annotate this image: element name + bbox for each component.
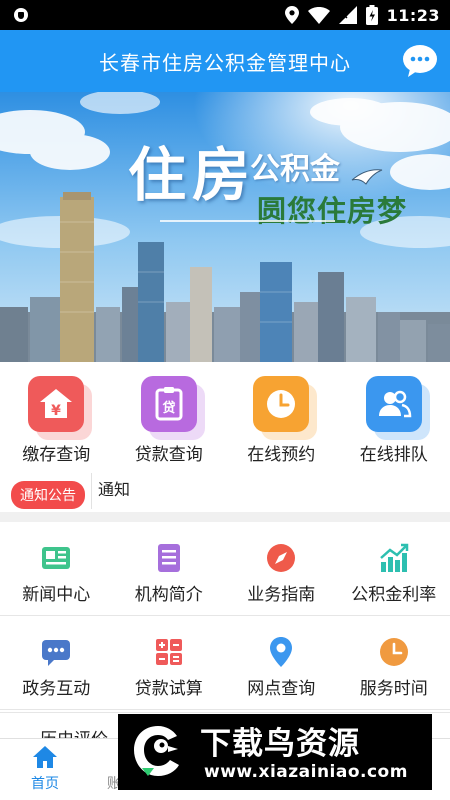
watermark-title: 下载鸟资源 xyxy=(200,726,360,762)
message-icon xyxy=(42,640,71,666)
service-label: 网点查询 xyxy=(247,679,316,699)
nav-tab-label: 首页 xyxy=(31,776,59,792)
signal-icon xyxy=(338,6,357,24)
service-news-center[interactable]: 新闻中心 xyxy=(0,522,113,615)
service-label: 公积金利率 xyxy=(351,585,437,605)
services-row: 政务互动 贷款试算 网点查询 服务时间 xyxy=(0,616,450,710)
clock-icon xyxy=(267,390,296,418)
deposit-icon: ¥ xyxy=(40,389,73,419)
hero-banner[interactable]: 住房 公积金 圆您住房梦 xyxy=(0,92,450,362)
service-branch-query[interactable]: 网点查询 xyxy=(225,616,338,709)
service-agency-profile[interactable]: 机构简介 xyxy=(113,522,226,615)
home-icon xyxy=(33,746,57,768)
watermark-overlay: 下载鸟资源 www.xiazainiao.com xyxy=(118,714,432,790)
app-header: 长春市住房公积金管理中心 xyxy=(0,30,450,92)
banner-headline-fund: 公积金 xyxy=(250,152,340,187)
service-loan-calculator[interactable]: 贷款试算 xyxy=(113,616,226,709)
service-fund-interest-rate[interactable]: 公积金利率 xyxy=(338,522,450,615)
banner-headline-housing: 住房 xyxy=(128,141,257,209)
chart-icon xyxy=(379,543,408,572)
shield-notification-icon xyxy=(14,8,28,22)
wifi-icon xyxy=(307,6,330,24)
service-business-guide[interactable]: 业务指南 xyxy=(225,522,338,615)
service-label: 新闻中心 xyxy=(22,585,91,605)
notice-bar[interactable]: 通知公告 通知 xyxy=(0,470,450,512)
quick-action-label: 在线预约 xyxy=(247,445,316,465)
document-icon xyxy=(157,544,180,572)
notice-divider xyxy=(91,473,92,509)
banner-underline xyxy=(160,220,335,222)
quick-action-label: 在线排队 xyxy=(359,445,428,465)
calculator-icon xyxy=(155,639,182,665)
news-icon xyxy=(42,547,71,569)
service-label: 业务指南 xyxy=(247,585,316,605)
services-grid: 新闻中心 机构简介 业务指南 公积金利率 政务互动 贷款试算 网点查询 服务时间 xyxy=(0,522,450,710)
compass-icon xyxy=(267,544,296,572)
quick-actions: ¥ 缴存查询 贷 贷款查询 在线预约 在线排队 xyxy=(0,362,450,467)
app-screen: 11:23 长春市住房公积金管理中心 住房 公积金 圆您住房梦 ¥ 缴存查询 贷… xyxy=(0,0,450,800)
queue-users-icon xyxy=(378,390,412,418)
time-icon xyxy=(379,638,408,666)
quick-action-loan-query[interactable]: 贷 贷款查询 xyxy=(113,362,226,467)
banner-slogan: 圆您住房梦 xyxy=(257,194,408,228)
quick-action-label: 贷款查询 xyxy=(134,445,203,465)
section-divider xyxy=(0,512,450,522)
service-label: 贷款试算 xyxy=(134,679,203,699)
nav-tab-home[interactable]: 首页 xyxy=(0,739,90,800)
service-government-interaction[interactable]: 政务互动 xyxy=(0,616,113,709)
quick-action-label: 缴存查询 xyxy=(22,445,91,465)
location-status-icon xyxy=(284,6,299,24)
page-title: 长春市住房公积金管理中心 xyxy=(99,50,351,75)
battery-icon xyxy=(365,5,378,25)
service-label: 机构简介 xyxy=(134,585,203,605)
service-hours[interactable]: 服务时间 xyxy=(338,616,450,709)
quick-action-online-queue[interactable]: 在线排队 xyxy=(338,362,450,467)
quick-action-online-appointment[interactable]: 在线预约 xyxy=(225,362,338,467)
quick-action-deposit-query[interactable]: ¥ 缴存查询 xyxy=(0,362,113,467)
notice-badge: 通知公告 xyxy=(11,481,85,509)
notice-text[interactable]: 通知 xyxy=(98,476,130,500)
service-label: 服务时间 xyxy=(359,679,428,699)
bird-logo-icon xyxy=(134,726,179,776)
status-time: 11:23 xyxy=(386,5,440,25)
status-bar: 11:23 xyxy=(0,0,450,30)
svg-text:贷: 贷 xyxy=(162,400,175,416)
service-label: 政务互动 xyxy=(22,679,91,699)
watermark-url: www.xiazainiao.com xyxy=(204,762,408,782)
location-icon xyxy=(270,637,293,667)
svg-text:¥: ¥ xyxy=(51,403,61,419)
services-row: 新闻中心 机构简介 业务指南 公积金利率 xyxy=(0,522,450,616)
loan-icon: 贷 xyxy=(155,387,183,421)
chat-bubble-icon[interactable] xyxy=(402,43,438,79)
